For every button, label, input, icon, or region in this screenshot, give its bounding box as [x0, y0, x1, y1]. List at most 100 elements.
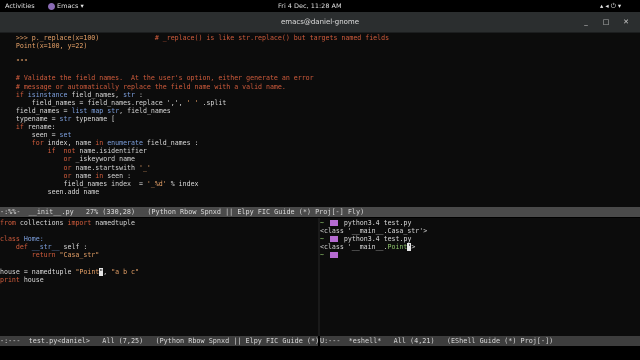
code-line[interactable]: return "Casa_str"	[0, 251, 318, 259]
code-line[interactable]	[0, 50, 640, 58]
code-token: name.startswith	[75, 163, 139, 172]
code-token: self :	[59, 243, 88, 252]
code-line[interactable]	[0, 66, 640, 74]
code-line[interactable]: # message or automatically replace the f…	[0, 83, 640, 91]
code-token: # message or automatically replace the f…	[0, 82, 286, 91]
code-token: seen.add name	[0, 187, 100, 196]
code-line[interactable]: or name.startswith '_'	[0, 164, 640, 172]
code-line[interactable]: field_names = field_names.replace ',', '…	[0, 99, 640, 107]
code-line[interactable]: or name in seen :	[0, 172, 640, 180]
shell-prompt-icon	[329, 220, 338, 226]
code-token: ~	[320, 235, 328, 244]
modeline-eshell[interactable]: U:--- *eshell* All (4,21) (EShell Guide …	[320, 336, 640, 346]
window-title: emacs@daniel-gnome	[280, 18, 360, 26]
code-line[interactable]: if isinstance field_names, str :	[0, 91, 640, 99]
close-icon[interactable]: ✕	[622, 18, 630, 26]
modeline-init-py[interactable]: -:%%- __init__.py 27% (330,28) (Python R…	[0, 207, 640, 217]
window-titlebar[interactable]: emacs@daniel-gnome _ □ ✕	[0, 12, 640, 33]
code-token: def	[0, 243, 32, 252]
code-token: house	[23, 275, 44, 284]
code-line[interactable]: for index, name in enumerate field_names…	[0, 139, 640, 147]
code-line[interactable]: seen.add name	[0, 188, 640, 196]
code-token: """	[0, 58, 28, 67]
code-token: :	[135, 90, 143, 99]
code-token: not	[59, 147, 80, 156]
minibuffer[interactable]	[0, 346, 640, 360]
code-token: seen :	[107, 171, 132, 180]
code-token: return	[0, 251, 60, 260]
code-line[interactable]: or _iskeyword name	[0, 155, 640, 163]
code-token: ~	[320, 219, 328, 227]
minimize-icon[interactable]: _	[582, 18, 590, 26]
code-line[interactable]: field_names index = '_%d' % index	[0, 180, 640, 188]
gnome-top-bar: Activities Emacs ▾ Fri 4 Dec, 11:28 AM ▴…	[0, 0, 640, 12]
editor-pane-init-py[interactable]: >>> p._replace(x=100) # _replace() is li…	[0, 33, 640, 208]
code-line[interactable]: Point(x=100, y=22)	[0, 42, 640, 50]
chevron-down-icon: ▾	[617, 2, 622, 10]
volume-icon: ◂	[605, 2, 609, 10]
activities-button[interactable]: Activities	[5, 2, 35, 10]
shell-line[interactable]: ~	[320, 251, 640, 259]
editor-pane-test-py[interactable]: from collections import namedtuple class …	[0, 218, 318, 337]
app-menu[interactable]: Emacs ▾	[48, 2, 84, 10]
code-token: name	[75, 171, 96, 180]
code-token: _iskeyword name	[75, 155, 135, 164]
code-token: typename =	[0, 114, 60, 123]
code-token: map	[91, 106, 104, 115]
code-line[interactable]	[0, 259, 318, 267]
code-line[interactable]: field_names = list map str, field_names	[0, 107, 640, 115]
code-token: ,	[103, 267, 112, 276]
maximize-icon[interactable]: □	[602, 18, 610, 26]
power-icon: ⏻	[610, 2, 616, 10]
shell-line[interactable]: <class '__main__.Point'>	[320, 243, 640, 252]
code-line[interactable]: seen = set	[0, 131, 640, 139]
shell-line[interactable]: <class '__main__.Casa_str'>	[320, 227, 640, 235]
code-line[interactable]: print house	[0, 276, 318, 284]
code-token: field_names,	[67, 90, 124, 99]
code-token: Home:	[23, 235, 44, 244]
clock[interactable]: Fri 4 Dec, 11:28 AM	[278, 2, 342, 10]
code-token: python3.4 test.py	[339, 235, 412, 244]
eshell-pane[interactable]: ~ python3.4 test.py <class '__main__.Casa…	[320, 218, 640, 337]
code-line[interactable]: """	[0, 58, 640, 66]
code-line[interactable]: typename = str typename [	[0, 115, 640, 123]
network-icon: ▴	[600, 2, 604, 10]
emacs-icon	[48, 2, 55, 10]
code-token: "Point	[75, 267, 100, 276]
code-token: isinstance	[27, 90, 68, 99]
code-token: field_names =	[0, 106, 72, 115]
code-token: print	[0, 275, 24, 284]
code-token: '_%d'	[146, 179, 167, 188]
system-tray[interactable]: ▴ ◂ ⏻ ▾	[600, 2, 621, 11]
code-token: field_names = field_names.replace ','	[0, 98, 179, 107]
code-line[interactable]: # Validate the field names. At the user'…	[0, 74, 640, 82]
code-line[interactable]: >>> p._replace(x=100) # _replace() is li…	[0, 34, 640, 42]
shell-line[interactable]: ~ python3.4 test.py	[320, 219, 640, 227]
code-token: ' '	[182, 98, 199, 107]
code-line[interactable]: house = namedtuple "Point", "a b c"	[0, 267, 318, 276]
code-line[interactable]: if rename:	[0, 123, 640, 131]
shell-line[interactable]: ~ python3.4 test.py	[320, 235, 640, 243]
code-token: typename	[71, 114, 112, 123]
code-line[interactable]: def __str__ self :	[0, 243, 318, 251]
code-line[interactable]	[0, 227, 318, 235]
code-token: "Casa_str"	[59, 251, 100, 260]
app-name: Emacs	[57, 2, 79, 10]
code-token: name.isidentifier	[79, 147, 147, 156]
code-token: or	[0, 163, 76, 172]
code-token: set	[59, 131, 72, 140]
code-token: , field_names	[119, 106, 171, 115]
code-token: field_names :	[142, 139, 199, 148]
code-token: python3.4 test.py	[339, 219, 412, 227]
code-line[interactable]: from collections import namedtuple	[0, 219, 318, 227]
modeline-test-py[interactable]: -:--- test.py<daniel> All (7,25) (Python…	[0, 336, 318, 346]
code-line[interactable]: if not name.isidentifier	[0, 147, 640, 155]
code-token: house = namedtuple	[0, 267, 76, 276]
code-token: # Validate the field names. At the user'…	[0, 74, 314, 83]
code-token: enumerate	[107, 139, 143, 148]
code-token: or	[0, 155, 76, 164]
code-token: for	[0, 139, 48, 148]
code-line[interactable]: class Home:	[0, 235, 318, 243]
code-token: % index	[166, 179, 199, 188]
code-token: >	[411, 243, 416, 252]
